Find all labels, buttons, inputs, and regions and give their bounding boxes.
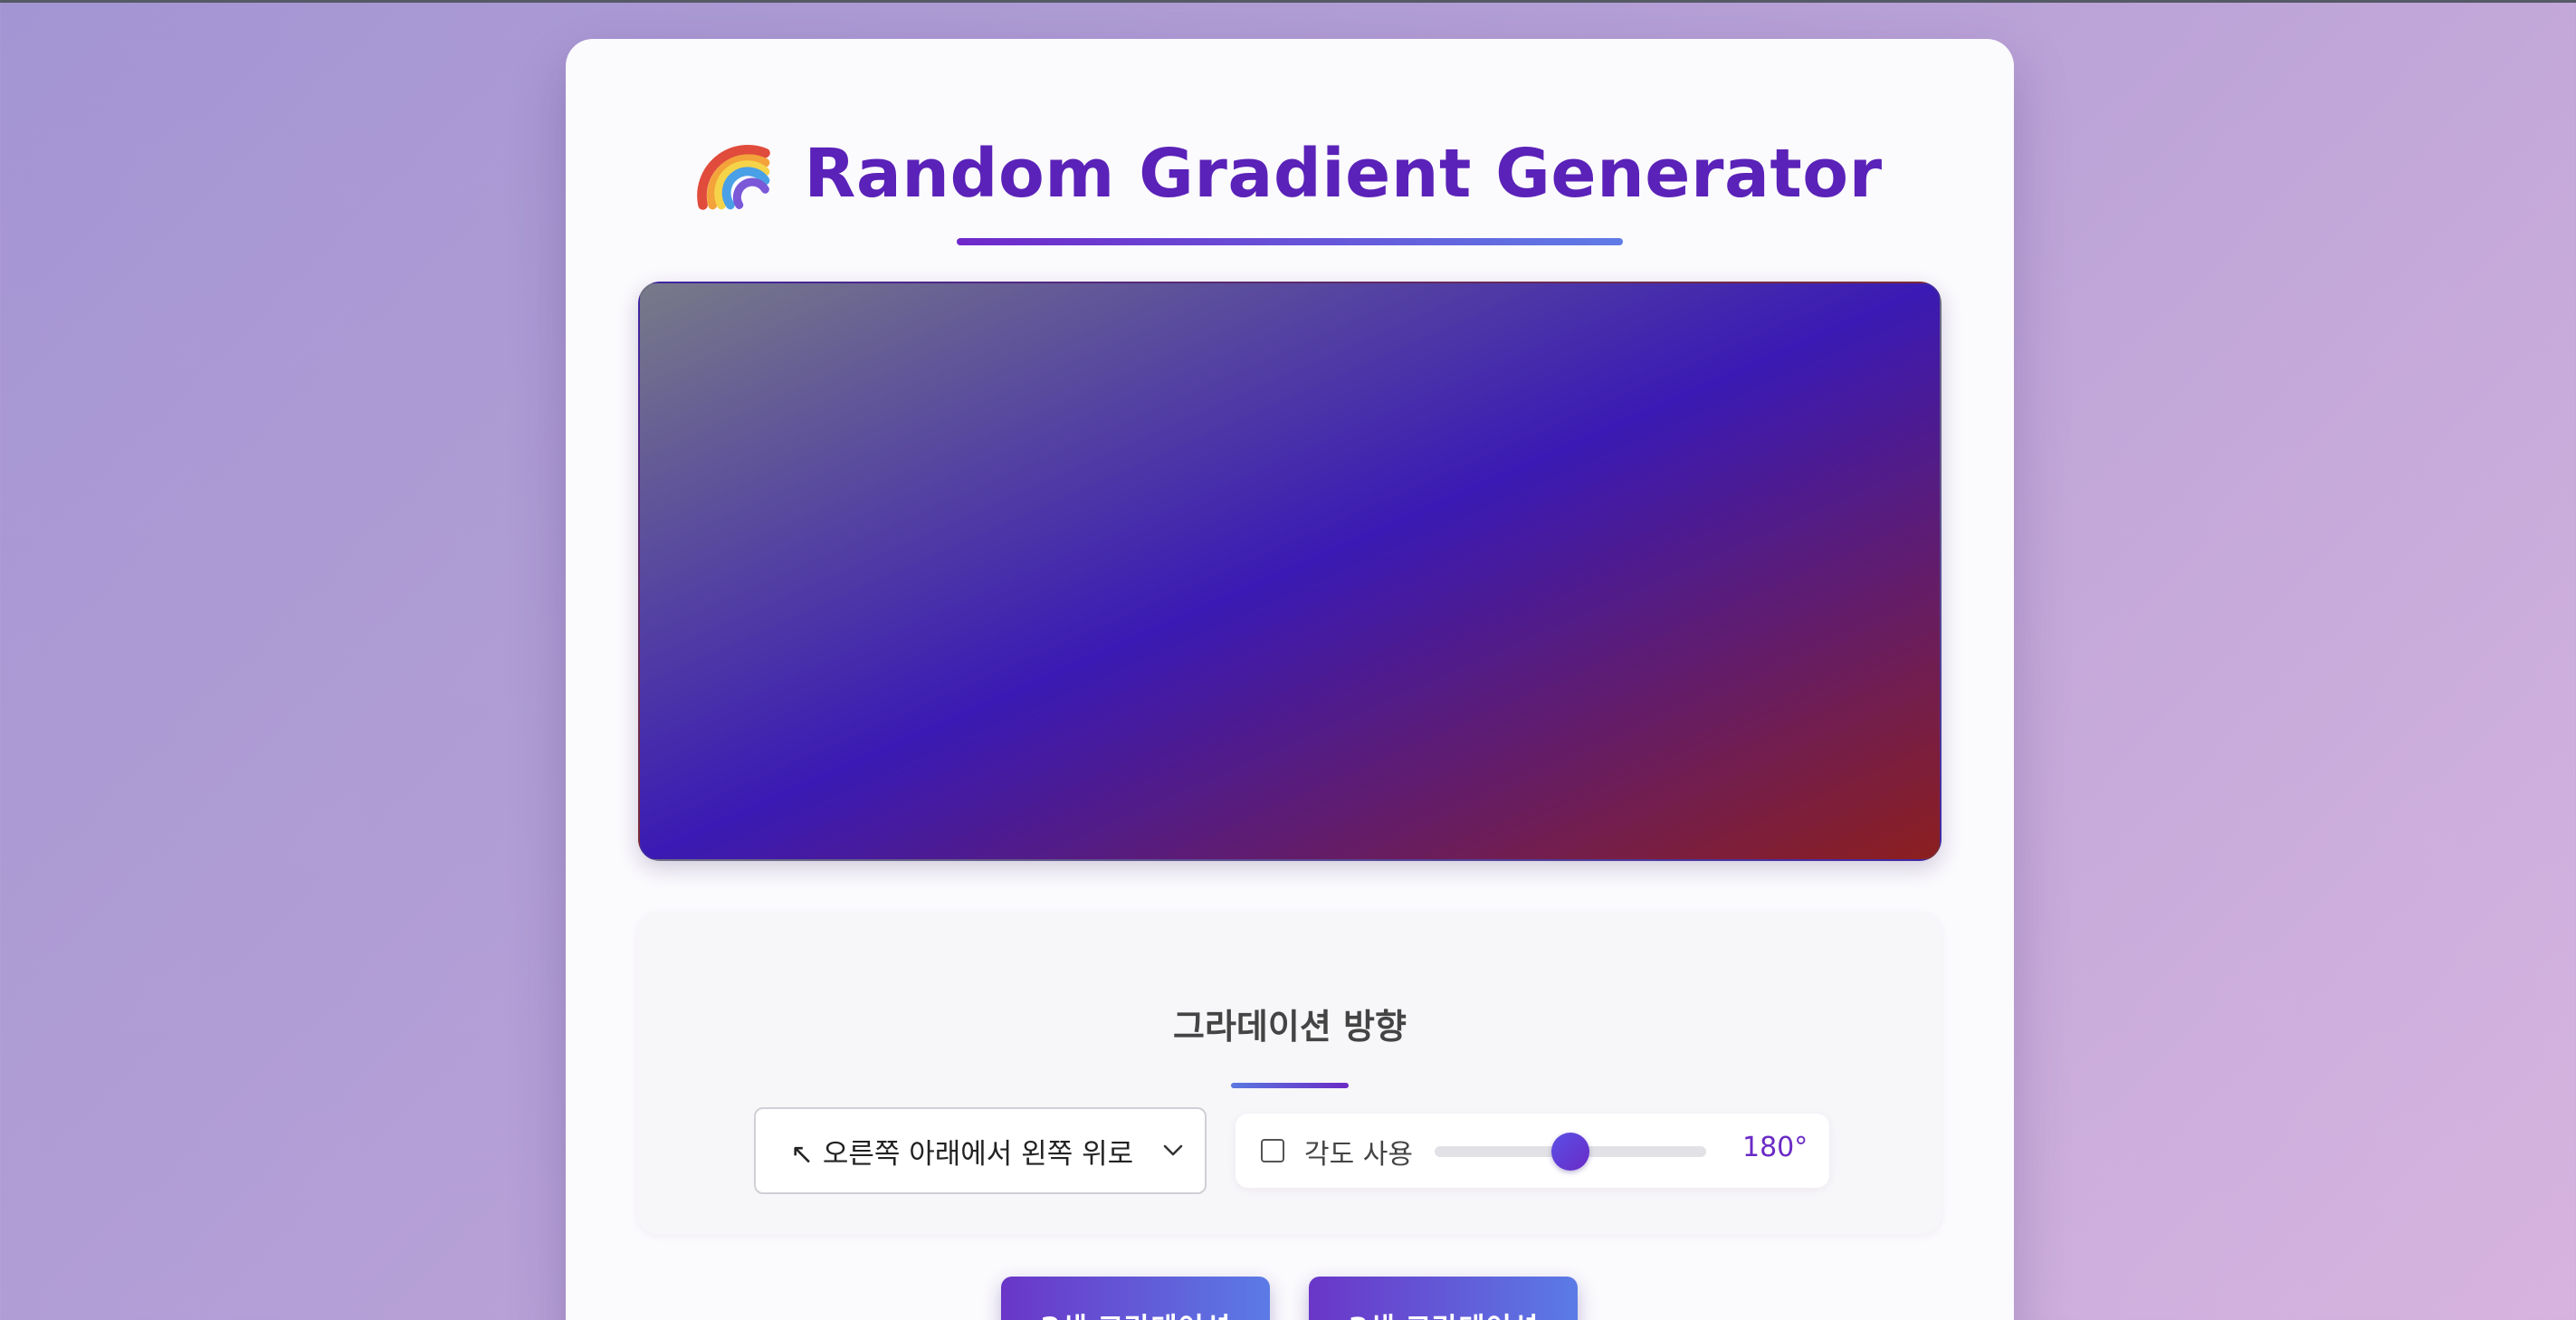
direction-section-title: 그라데이션 방향 (1173, 1007, 1407, 1047)
section-underline (1231, 1083, 1349, 1088)
rainbow-icon (697, 145, 771, 210)
title-area: Random Gradient Generator (566, 137, 2014, 215)
window-top-border (0, 0, 2576, 3)
two-color-gradient-label: 2색 그라데이션 (1040, 1306, 1230, 1320)
use-angle-label: 각도 사용 (1304, 1139, 1413, 1171)
angle-slider-thumb[interactable] (1551, 1133, 1589, 1171)
three-color-gradient-button[interactable]: 3색 그라데이션 (1309, 1277, 1578, 1320)
gradient-preview (638, 282, 1942, 861)
generator-card: Random Gradient Generator 그라데이션 방향 ↖ 오른쪽… (566, 39, 2014, 1320)
two-color-gradient-button[interactable]: 2색 그라데이션 (1001, 1277, 1270, 1320)
angle-value: 180° (1742, 1132, 1808, 1163)
direction-select-value: ↖ 오른쪽 아래에서 왼쪽 위로 (790, 1137, 1134, 1171)
page-title-text: Random Gradient Generator (804, 135, 1883, 213)
direction-select[interactable]: ↖ 오른쪽 아래에서 왼쪽 위로 (754, 1107, 1207, 1194)
three-color-gradient-label: 3색 그라데이션 (1348, 1306, 1538, 1320)
page-title: Random Gradient Generator (697, 137, 1882, 211)
direction-panel: 그라데이션 방향 ↖ 오른쪽 아래에서 왼쪽 위로 각도 사용 180° (638, 913, 1942, 1234)
chevron-down-icon (1163, 1144, 1183, 1156)
use-angle-checkbox[interactable] (1261, 1139, 1284, 1162)
angle-control: 각도 사용 180° (1236, 1114, 1829, 1188)
title-underline (957, 238, 1623, 245)
